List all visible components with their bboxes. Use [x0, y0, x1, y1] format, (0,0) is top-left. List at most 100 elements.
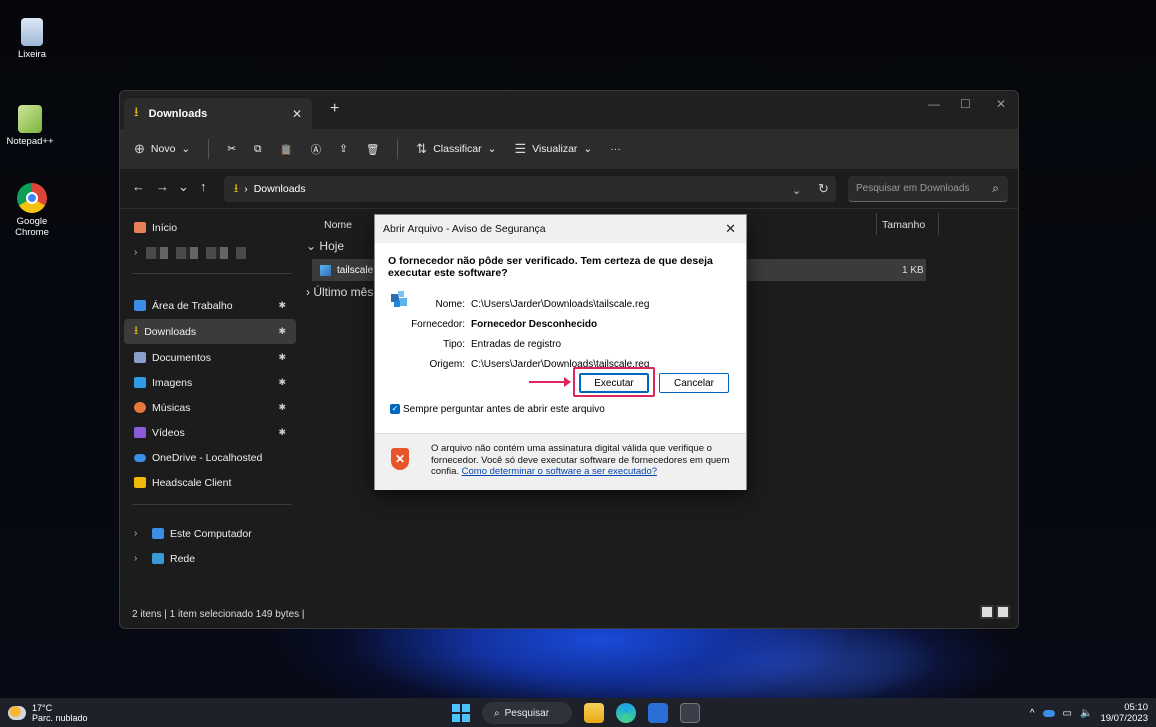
clock[interactable]: 05:10 19/07/2023 [1100, 702, 1148, 724]
copy-icon[interactable]: ⧉ [254, 143, 262, 156]
close-window-button[interactable]: ✕ [996, 97, 1006, 111]
notepadpp-shortcut[interactable]: Notepad++ [2, 105, 58, 147]
sidebar-item-downloads[interactable]: ⭳ Downloads ✱ [124, 319, 296, 344]
cancel-button[interactable]: Cancelar [659, 373, 729, 393]
more-options-button[interactable]: ··· [610, 143, 621, 155]
close-icon[interactable]: ✕ [725, 221, 736, 237]
videos-icon [134, 427, 146, 438]
new-button[interactable]: ⊕ Novo ⌄ [134, 141, 190, 157]
always-ask-checkbox[interactable]: ✓ [390, 404, 400, 414]
store-icon[interactable] [648, 703, 668, 723]
field-key: Nome: [435, 299, 465, 310]
sidebar-item-home[interactable]: Início [124, 215, 296, 240]
sidebar-item-label: OneDrive - Localhosted [152, 451, 263, 464]
file-explorer-icon[interactable] [584, 703, 604, 723]
weather-widget[interactable]: 17°C Parc. nublado [8, 703, 88, 723]
expand-chevron-icon[interactable]: › [134, 247, 137, 258]
chevron-down-icon: ⌄ [487, 143, 497, 155]
rename-icon[interactable]: Ⓐ [311, 142, 322, 157]
view-button[interactable]: ☰ Visualizar ⌄ [514, 141, 592, 157]
up-icon[interactable]: ↑ [200, 179, 207, 194]
sort-label: Classificar [433, 143, 482, 155]
dialog-footer: ✕ O arquivo não contém uma assinatura di… [375, 434, 746, 490]
sidebar-item-label: Vídeos [152, 426, 185, 439]
maximize-button[interactable]: ☐ [960, 97, 971, 111]
toolbar-divider [397, 139, 399, 159]
pin-icon: ✱ [278, 377, 286, 387]
title-bar: ⭳ Downloads ✕ + — ☐ ✕ [120, 91, 1018, 129]
tab-downloads[interactable]: ⭳ Downloads ✕ [124, 98, 312, 129]
desktop-folder-icon [134, 300, 146, 311]
status-bar: 2 itens | 1 item selecionado 149 bytes | [132, 608, 305, 620]
notepadpp-icon [18, 105, 42, 133]
minimize-button[interactable]: — [928, 97, 940, 111]
group-last-month[interactable]: › Último mês [306, 285, 373, 299]
tiles-view-icon[interactable] [996, 605, 1010, 619]
file-size: 1 KB [902, 265, 924, 276]
download-icon: ⭳ [234, 180, 239, 195]
help-link[interactable]: Como determinar o software a ser executa… [462, 466, 657, 477]
chrome-shortcut[interactable]: Google Chrome [4, 183, 60, 238]
field-key: Tipo: [443, 339, 465, 350]
time: 05:10 [1124, 702, 1148, 713]
volume-icon[interactable]: 🔈 [1080, 708, 1092, 719]
search-input[interactable]: Pesquisar em Downloads ⌕ [848, 176, 1008, 202]
expand-chevron-icon[interactable]: › [134, 553, 137, 564]
recycle-bin-shortcut[interactable]: Lixeira [4, 18, 60, 60]
sidebar-item-label: Rede [170, 552, 196, 565]
windows-start-icon[interactable] [452, 704, 470, 722]
address-bar[interactable]: ⭳ › Downloads [224, 176, 836, 202]
taskbar-search[interactable]: ⌕ Pesquisar [482, 702, 572, 724]
sidebar-item-documents[interactable]: Documentos ✱ [124, 345, 296, 370]
edge-icon[interactable] [616, 703, 636, 723]
sidebar-item-account[interactable]: › [124, 240, 296, 265]
dialog-title: Abrir Arquivo - Aviso de Segurança [383, 223, 546, 235]
tab-label: Downloads [148, 107, 208, 120]
column-header-size[interactable]: Tamanho [882, 219, 925, 231]
chevron-down-icon: ⌄ [181, 143, 191, 155]
forward-icon[interactable]: → [156, 179, 169, 194]
sidebar-divider [132, 273, 292, 274]
delete-icon[interactable]: 🗑 [366, 143, 379, 156]
onedrive-icon[interactable] [1042, 709, 1055, 717]
recent-chevron-icon[interactable]: ⌄ [178, 179, 189, 195]
sidebar-item-label: Documentos [152, 351, 211, 364]
share-icon[interactable]: ⇪ [339, 143, 348, 155]
details-view-icon[interactable] [980, 605, 994, 619]
sidebar-item-network[interactable]: › Rede [124, 546, 296, 571]
refresh-icon[interactable]: ↻ [818, 181, 829, 197]
group-label: Hoje [319, 239, 345, 253]
sidebar-item-pictures[interactable]: Imagens ✱ [124, 370, 296, 395]
paste-icon[interactable]: 📋 [280, 143, 293, 156]
new-tab-button[interactable]: + [330, 100, 339, 118]
expand-chevron-icon[interactable]: › [134, 528, 137, 539]
address-history-chevron-icon[interactable]: ⌄ [792, 184, 801, 197]
sidebar-item-label: Músicas [152, 401, 191, 414]
field-value: Entradas de registro [471, 339, 562, 350]
sidebar-item-this-pc[interactable]: › Este Computador [124, 521, 296, 546]
sort-button[interactable]: ⇅ Classificar ⌄ [416, 141, 496, 157]
network-icon[interactable]: ▭ [1063, 708, 1072, 719]
sidebar-item-onedrive[interactable]: OneDrive - Localhosted [124, 445, 296, 470]
sidebar-item-label: Área de Trabalho [152, 299, 233, 312]
column-header-name[interactable]: Nome [324, 219, 352, 231]
group-today[interactable]: ⌄ Hoje [306, 239, 344, 253]
terminal-icon[interactable] [680, 703, 700, 723]
sidebar-item-music[interactable]: Músicas ✱ [124, 395, 296, 420]
pin-icon: ✱ [278, 352, 286, 362]
run-button[interactable]: Executar [579, 373, 649, 393]
sidebar-item-desktop[interactable]: Área de Trabalho ✱ [124, 293, 296, 318]
sidebar-item-videos[interactable]: Vídeos ✱ [124, 420, 296, 445]
sort-icon: ⇅ [416, 141, 428, 156]
chevron-up-icon[interactable]: ^ [1030, 708, 1035, 719]
field-value: Fornecedor Desconhecido [471, 319, 598, 330]
back-icon[interactable]: ← [132, 179, 145, 194]
search-icon: ⌕ [494, 707, 500, 719]
close-tab-icon[interactable]: ✕ [292, 107, 302, 121]
cut-icon[interactable]: ✂ [227, 143, 236, 155]
security-warning-dialog: Abrir Arquivo - Aviso de Segurança ✕ O f… [374, 214, 747, 490]
new-label: Novo [150, 143, 176, 155]
breadcrumb-downloads[interactable]: Downloads [254, 183, 306, 195]
notepadpp-label: Notepad++ [6, 136, 54, 147]
sidebar-item-headscale[interactable]: Headscale Client [124, 470, 296, 495]
